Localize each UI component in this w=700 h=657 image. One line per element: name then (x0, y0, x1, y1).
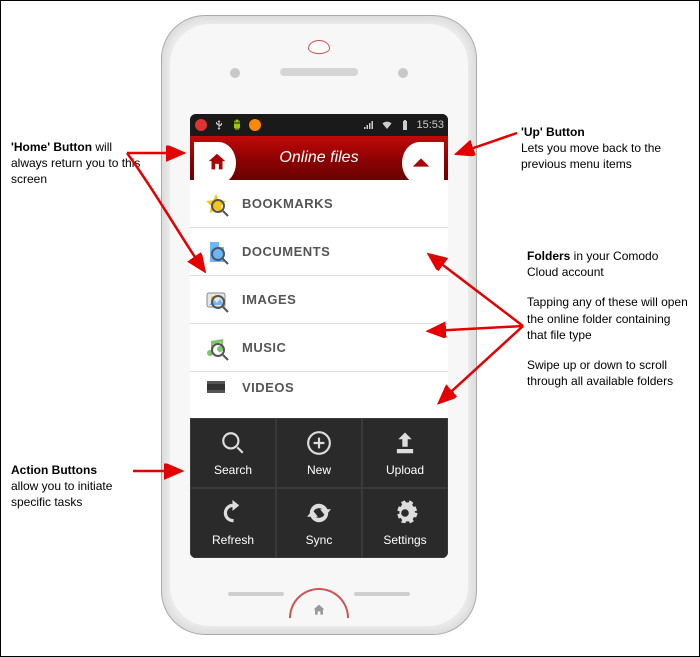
callout-up: 'Up' Button Lets you move back to the pr… (521, 124, 671, 173)
action-label: Refresh (212, 533, 254, 547)
battery-icon (398, 118, 412, 132)
sensor-dot (230, 68, 240, 78)
app-header: Online files (190, 136, 448, 180)
action-bar: Search New Upload Refresh (190, 418, 448, 558)
up-icon (410, 151, 432, 176)
action-label: Sync (306, 533, 333, 547)
arrow-folders (411, 226, 531, 416)
folder-music[interactable]: MUSIC (190, 324, 448, 372)
folder-label: IMAGES (242, 292, 296, 307)
refresh-icon (220, 500, 246, 529)
callout-home: 'Home' Button will always return you to … (11, 139, 141, 188)
folder-images[interactable]: IMAGES (190, 276, 448, 324)
callout-title: Action Buttons (11, 463, 97, 477)
action-settings[interactable]: Settings (362, 488, 448, 558)
action-new[interactable]: New (276, 418, 362, 488)
folder-label: MUSIC (242, 340, 286, 355)
softkey-right (354, 592, 410, 596)
settings-icon (392, 500, 418, 529)
callout-desc: Lets you move back to the previous menu … (521, 141, 661, 171)
upload-icon (392, 430, 418, 459)
android-status-bar: 15:53 (190, 114, 448, 136)
callout-desc: allow you to initiate specific tasks (11, 479, 112, 509)
music-icon (202, 334, 230, 362)
folder-label: BOOKMARKS (242, 196, 333, 211)
earpiece (280, 68, 358, 76)
status-time: 15:53 (416, 119, 444, 131)
android-icon (230, 118, 244, 132)
folder-label: VIDEOS (242, 380, 294, 395)
callout-title: Folders (527, 249, 570, 263)
action-refresh[interactable]: Refresh (190, 488, 276, 558)
sync-icon (306, 500, 332, 529)
action-label: Upload (386, 463, 424, 477)
folder-documents[interactable]: DOCUMENTS (190, 228, 448, 276)
phone-screen: 15:53 Online files (190, 114, 448, 558)
callout-title: 'Home' Button (11, 140, 92, 154)
action-label: Search (214, 463, 252, 477)
videos-icon (202, 373, 230, 401)
action-label: Settings (383, 533, 426, 547)
action-label: New (307, 463, 331, 477)
callout-desc: Tapping any of these will open the onlin… (527, 294, 692, 343)
folder-label: DOCUMENTS (242, 244, 330, 259)
search-icon (220, 430, 246, 459)
app-icon (248, 118, 262, 132)
app-title: Online files (279, 149, 358, 167)
plus-icon (306, 430, 332, 459)
callout-title: 'Up' Button (521, 125, 585, 139)
callout-folders: Folders in your Comodo Cloud account Tap… (527, 248, 692, 389)
wifi-icon (380, 118, 394, 132)
action-search[interactable]: Search (190, 418, 276, 488)
callout-actions: Action Buttons allow you to initiate spe… (11, 462, 146, 511)
action-upload[interactable]: Upload (362, 418, 448, 488)
folder-list[interactable]: BOOKMARKS DOCUMENTS (190, 180, 448, 418)
softkey-left (228, 592, 284, 596)
folder-bookmarks[interactable]: BOOKMARKS (190, 180, 448, 228)
sim-icon (194, 118, 208, 132)
page: 15:53 Online files (0, 0, 700, 657)
callout-desc: Swipe up or down to scroll through all a… (527, 357, 692, 389)
images-icon (202, 286, 230, 314)
sensor-dot (398, 68, 408, 78)
signal-icon (362, 118, 376, 132)
arrow-actions (131, 461, 191, 481)
action-sync[interactable]: Sync (276, 488, 362, 558)
usb-icon (212, 118, 226, 132)
arrow-up (451, 127, 521, 161)
folder-videos[interactable]: VIDEOS (190, 372, 448, 402)
arrow-home-long (125, 151, 215, 281)
brand-dot (308, 40, 330, 54)
phone-home-key (289, 588, 349, 618)
up-button[interactable] (402, 142, 444, 184)
